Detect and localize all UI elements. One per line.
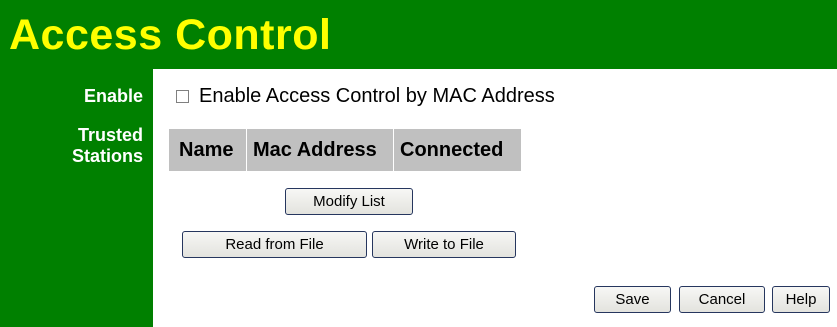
enable-label: Enable <box>83 86 143 106</box>
save-button[interactable]: Save <box>594 286 671 313</box>
enable-access-control-checkbox[interactable] <box>176 89 189 103</box>
sidebar: Enable Trusted Stations <box>0 69 153 327</box>
column-header-mac-address: Mac Address <box>247 129 394 171</box>
help-button[interactable]: Help <box>772 286 830 313</box>
modify-list-button[interactable]: Modify List <box>285 188 413 215</box>
trusted-label-line1: Trusted <box>77 125 143 145</box>
page-title: Access Control <box>9 11 332 59</box>
trusted-stations-label: Trusted Stations <box>3 125 143 167</box>
write-to-file-button[interactable]: Write to File <box>372 231 516 258</box>
enable-access-control-row[interactable]: Enable Access Control by MAC Address <box>176 85 555 107</box>
enable-access-control-label[interactable]: Enable Access Control by MAC Address <box>199 85 555 107</box>
cancel-button[interactable]: Cancel <box>679 286 765 313</box>
read-from-file-button[interactable]: Read from File <box>182 231 367 258</box>
trusted-stations-table: Name Mac Address Connected <box>169 129 521 171</box>
header-bar: Access Control <box>0 0 837 69</box>
trusted-label-line2: Stations <box>71 146 143 166</box>
column-header-connected: Connected <box>400 139 504 161</box>
main-panel: Enable Access Control by MAC Address Nam… <box>153 69 837 327</box>
column-header-name: Name <box>169 129 247 171</box>
